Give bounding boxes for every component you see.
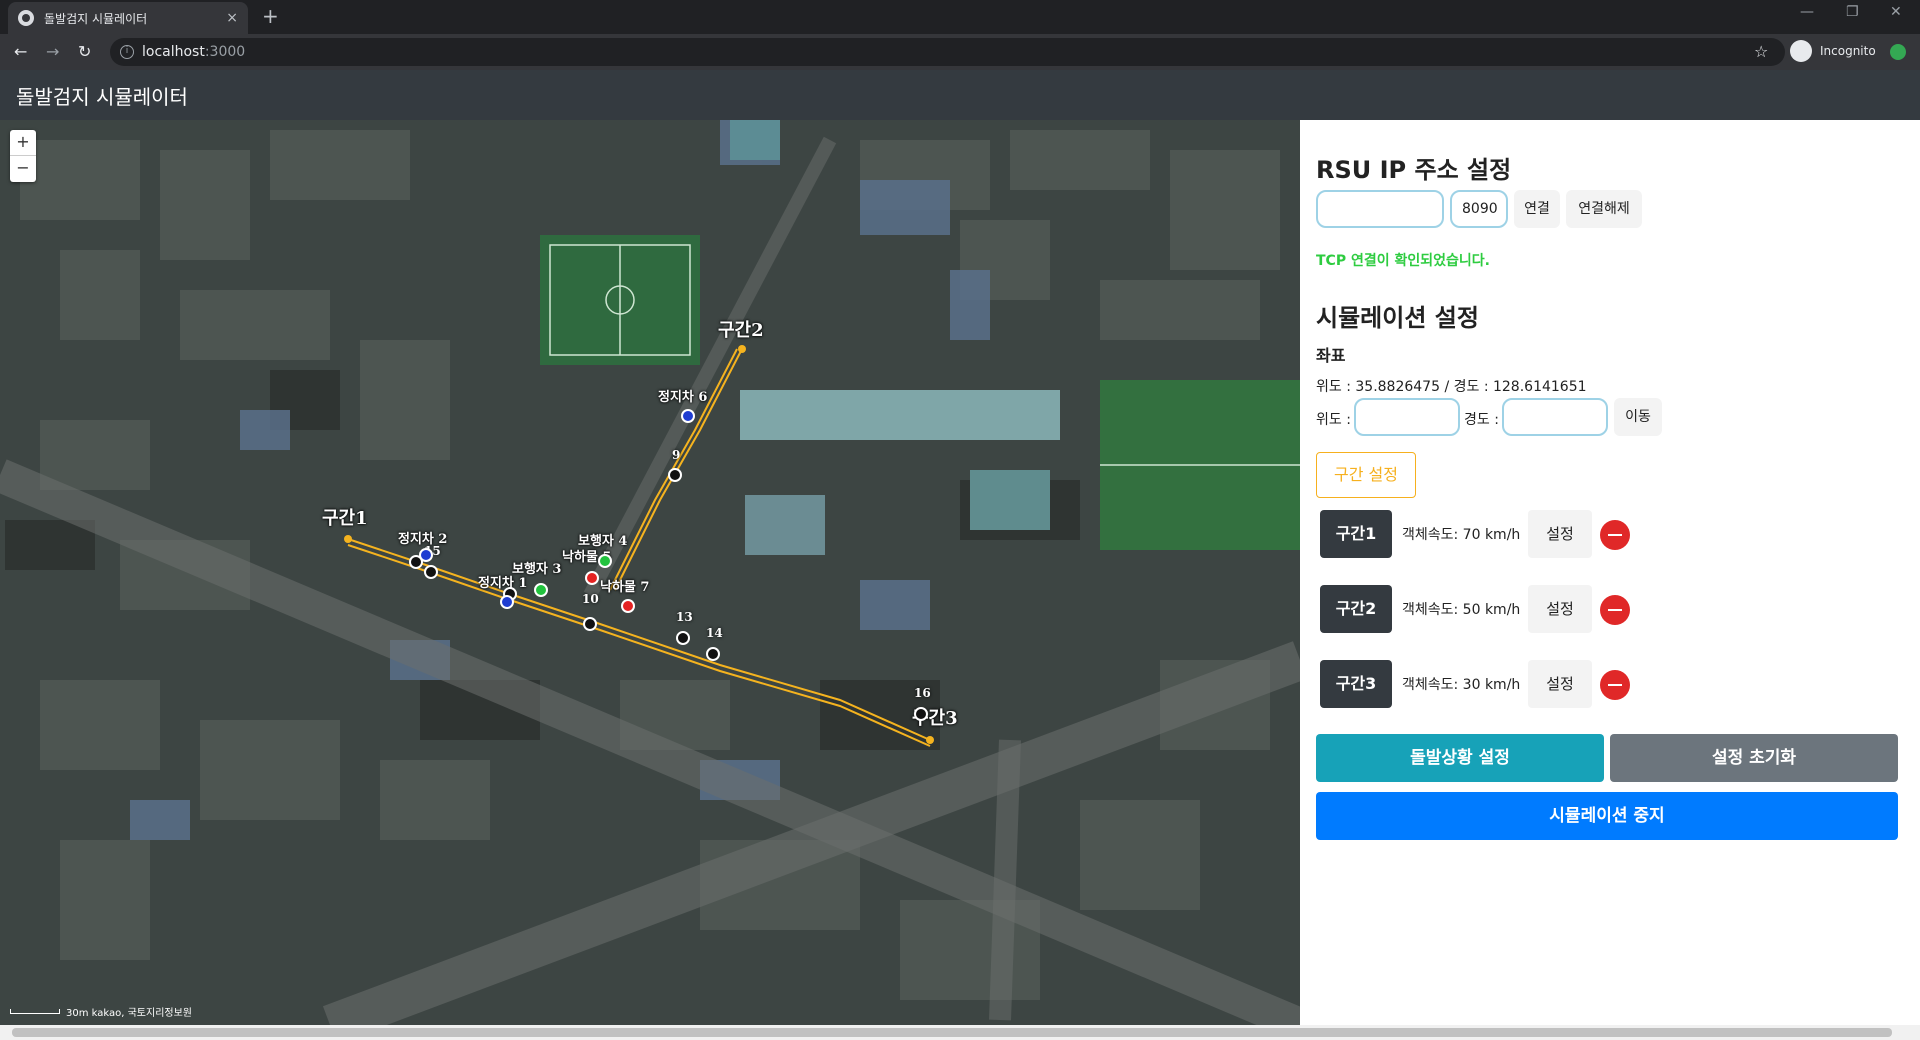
marker-pedestrian-4[interactable] [598,554,612,568]
minimize-icon[interactable]: — [1800,4,1814,20]
tab-title: 돌발검지 시뮬레이터 [44,11,148,26]
map-credit: 30m kakao, 국토지리정보원 [10,1004,192,1019]
section-speed: 객체속도: 30 km/h [1402,677,1521,693]
section3-end-dot [926,736,934,744]
section-tag[interactable]: 구간2 [1320,585,1392,633]
zoom-out-button[interactable]: − [10,156,36,182]
longitude-input[interactable] [1502,398,1608,436]
control-panel: RSU IP 주소 설정 8090 연결 연결해제 TCP 연결이 확인되었습니… [1300,120,1920,1025]
zoom-control: + − [10,130,36,182]
rsu-ip-title: RSU IP 주소 설정 [1316,156,1512,184]
disconnect-button[interactable]: 연결해제 [1566,190,1642,228]
map-credit-text: 30m kakao, 국토지리정보원 [66,1008,193,1019]
port-input[interactable]: 8090 [1450,190,1508,228]
info-icon[interactable]: i [120,45,134,59]
marker-point-10[interactable] [583,617,597,631]
section-row: 구간3 객체속도: 30 km/h 설정 [1320,660,1640,708]
url-port: :3000 [204,44,246,60]
url-host: localhost [142,44,205,60]
marker-point-15[interactable] [424,565,438,579]
extension-icon[interactable] [1890,44,1906,60]
close-tab-icon[interactable]: × [226,10,238,26]
map-view[interactable]: + − 구간1 구간2 구간3 정지차 6 정지차 2 정지차 1 보행자 3 … [0,120,1300,1025]
marker-pedestrian-3[interactable] [534,583,548,597]
browser-toolbar: ← → ↻ i localhost :3000 ☆ Incognito [0,34,1920,70]
section-tag[interactable]: 구간1 [1320,510,1392,558]
marker-stopped-car-6[interactable] [681,409,695,423]
marker-point-13[interactable] [676,631,690,645]
label-point-14: 14 [706,626,723,640]
marker-point-9[interactable] [668,468,682,482]
label-point-13: 13 [676,610,693,624]
section-speed: 객체속도: 70 km/h [1402,527,1521,543]
marker-point-14[interactable] [706,647,720,661]
new-tab-button[interactable]: + [262,4,279,28]
delete-section-icon[interactable] [1600,520,1630,550]
simulation-settings-title: 시뮬레이션 설정 [1316,304,1479,332]
coordinates-title: 좌표 [1316,346,1346,365]
app-header: 돌발검지 시뮬레이터 [0,70,1920,120]
latitude-input[interactable] [1354,398,1460,436]
scale-bar [10,1009,60,1014]
marker-falling-object-7[interactable] [621,599,635,613]
section2-start-dot [738,345,746,353]
label-stopped-car-6: 정지차 6 [658,390,708,405]
section-row: 구간1 객체속도: 70 km/h 설정 [1320,510,1640,558]
satellite-imagery [0,120,1300,1025]
app-title: 돌발검지 시뮬레이터 [16,84,188,109]
restore-icon[interactable]: ❐ [1846,4,1859,20]
label-falling-object-7: 낙하물 7 [600,580,650,595]
horizontal-scrollbar[interactable] [0,1025,1920,1040]
browser-tabbar: 돌발검지 시뮬레이터 × + — ❐ ✕ [0,0,1920,34]
connect-button[interactable]: 연결 [1514,190,1560,228]
coordinates-readout: 위도 : 35.8826475 / 경도 : 128.6141651 [1316,379,1587,395]
section-row: 구간2 객체속도: 50 km/h 설정 [1320,585,1640,633]
marker-point-11[interactable] [409,555,423,569]
section-set-button[interactable]: 설정 [1528,510,1592,558]
address-bar[interactable]: i localhost :3000 [110,38,1785,66]
reload-icon[interactable]: ↻ [78,42,91,61]
marker-falling-object-5[interactable] [585,571,599,585]
incognito-icon [1790,40,1812,62]
scrollbar-thumb[interactable] [12,1028,1892,1037]
section-set-button[interactable]: 설정 [1528,585,1592,633]
map-label-section1: 구간1 [322,508,368,529]
delete-section-icon[interactable] [1600,595,1630,625]
section-set-button[interactable]: 설정 [1528,660,1592,708]
close-window-icon[interactable]: ✕ [1890,4,1902,20]
latitude-label: 위도 : [1316,412,1351,428]
move-button[interactable]: 이동 [1614,398,1662,436]
bookmark-star-icon[interactable]: ☆ [1754,42,1768,61]
map-label-section2: 구간2 [718,320,764,341]
delete-section-icon[interactable] [1600,670,1630,700]
forward-icon[interactable]: → [46,42,59,61]
longitude-label: 경도 : [1464,412,1499,428]
incident-setup-button[interactable]: 돌발상황 설정 [1316,734,1604,782]
marker-stopped-car-1[interactable] [500,595,514,609]
label-point-16: 16 [914,686,931,700]
incognito-badge[interactable]: Incognito [1790,40,1876,62]
browser-tab[interactable]: 돌발검지 시뮬레이터 × [8,2,248,34]
label-pedestrian-3: 보행자 3 [512,562,562,577]
zoom-in-button[interactable]: + [10,130,36,156]
stop-simulation-button[interactable]: 시뮬레이션 중지 [1316,792,1898,840]
incognito-label: Incognito [1820,44,1876,58]
section-setup-button[interactable]: 구간 설정 [1316,452,1416,498]
label-point-9: 9 [672,448,681,462]
back-icon[interactable]: ← [14,42,27,61]
globe-icon [18,10,34,26]
connection-status: TCP 연결이 확인되었습니다. [1316,253,1490,269]
label-point-10: 10 [582,592,599,606]
section-speed: 객체속도: 50 km/h [1402,602,1521,618]
ip-address-input[interactable] [1316,190,1444,228]
section1-start-dot [344,535,352,543]
marker-point-16[interactable] [914,707,928,721]
section-tag[interactable]: 구간3 [1320,660,1392,708]
reset-settings-button[interactable]: 설정 초기화 [1610,734,1898,782]
